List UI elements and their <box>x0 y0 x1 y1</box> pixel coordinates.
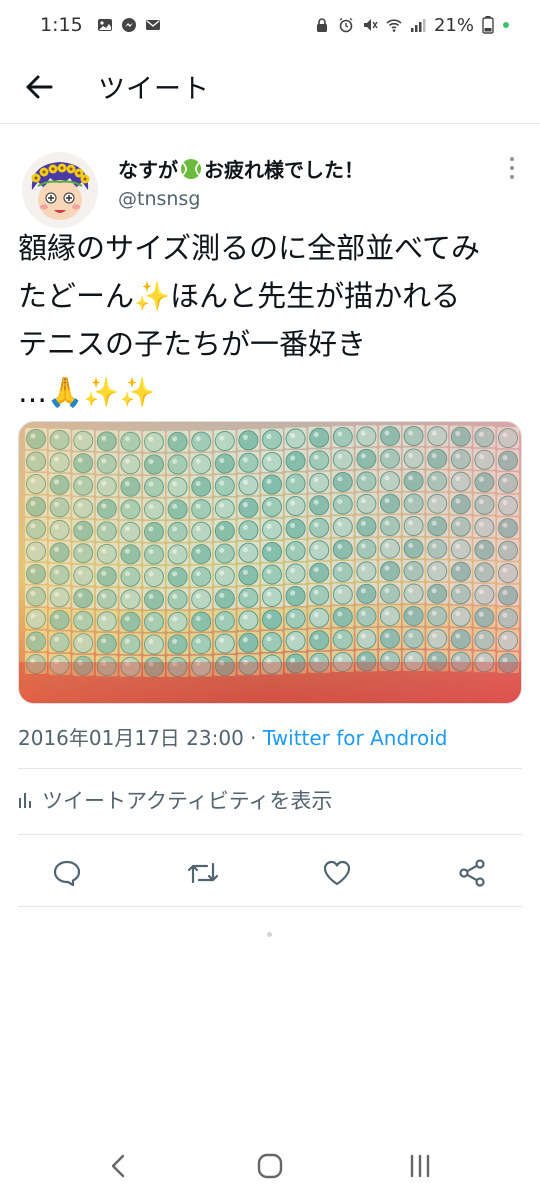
divider <box>18 906 522 907</box>
tweet-timestamp[interactable]: 2016年01月17日 23:00 <box>18 726 244 750</box>
divider <box>18 834 522 835</box>
more-button[interactable] <box>500 154 524 182</box>
recents-icon <box>410 1154 430 1178</box>
signal-icon <box>410 19 426 32</box>
tweet-actions <box>0 848 540 898</box>
lock-icon <box>316 18 327 32</box>
reply-button[interactable] <box>42 848 92 898</box>
charging-dot-icon <box>503 22 509 28</box>
loading-dot <box>267 932 272 937</box>
home-icon <box>257 1153 283 1179</box>
status-time: 1:15 <box>40 14 83 36</box>
share-button[interactable] <box>447 848 497 898</box>
tweet-text-line: …🙏✨✨ <box>18 375 156 409</box>
battery-icon <box>482 16 494 34</box>
tweet-text-line: たどーん✨ほんと先生が描かれる <box>18 279 461 313</box>
heart-icon <box>323 860 351 886</box>
tweet-text-line: テニスの子たちが一番好き <box>18 327 367 361</box>
system-nav-bar <box>0 1130 540 1200</box>
nav-home-button[interactable] <box>248 1144 292 1188</box>
share-icon <box>459 859 485 887</box>
comment-icon <box>53 860 81 887</box>
avatar-image <box>22 152 98 228</box>
wifi-icon <box>386 19 402 32</box>
arrow-left-icon <box>26 75 53 98</box>
page-title: ツイート <box>98 74 210 105</box>
tweet-meta: 2016年01月17日 23:00 · Twitter for Android <box>18 722 447 751</box>
divider <box>18 768 522 769</box>
alarm-icon <box>339 17 353 33</box>
back-button[interactable] <box>0 50 84 124</box>
bar-chart-icon <box>19 793 31 808</box>
retweet-button[interactable] <box>178 848 228 898</box>
nav-back-button[interactable] <box>96 1144 140 1188</box>
display-name-text: なすが <box>118 158 178 182</box>
tweet-source-link[interactable]: Twitter for Android <box>263 726 448 750</box>
display-name-suffix: お疲れ様でした！ <box>204 158 364 182</box>
mute-icon <box>363 19 378 31</box>
tweet-author: なすが お疲れ様でした！ @tnsnsg <box>0 140 540 228</box>
messenger-icon <box>121 18 136 32</box>
meta-separator: · <box>243 726 263 750</box>
battery-percent: 21% <box>433 14 474 36</box>
more-vertical-icon <box>510 157 514 161</box>
activity-label: ツイートアクティビティを表示 <box>42 789 333 813</box>
like-button[interactable] <box>312 848 362 898</box>
tweet-text-line: 額縁のサイズ測るのに全部並べてみ <box>18 231 480 265</box>
tweet-photo[interactable] <box>18 421 522 704</box>
gallery-icon <box>97 19 112 31</box>
avatar[interactable] <box>22 152 98 228</box>
nav-recents-button[interactable] <box>398 1144 442 1188</box>
chevron-left-icon <box>111 1154 125 1178</box>
mail-icon <box>145 20 160 30</box>
status-bar: 1:15 21% <box>0 0 540 50</box>
tennis-ball-icon <box>181 158 201 179</box>
display-name[interactable]: なすが お疲れ様でした！ <box>118 154 364 183</box>
photo-image <box>19 422 521 703</box>
tweet-text: 額縁のサイズ測るのに全部並べてみ たどーん✨ほんと先生が描かれる テニスの子たち… <box>18 224 528 416</box>
username[interactable]: @tnsnsg <box>118 188 200 210</box>
tweet-activity-link[interactable]: ツイートアクティビティを表示 <box>18 785 332 815</box>
app-header: ツイート <box>0 50 540 124</box>
retweet-icon <box>187 862 219 884</box>
